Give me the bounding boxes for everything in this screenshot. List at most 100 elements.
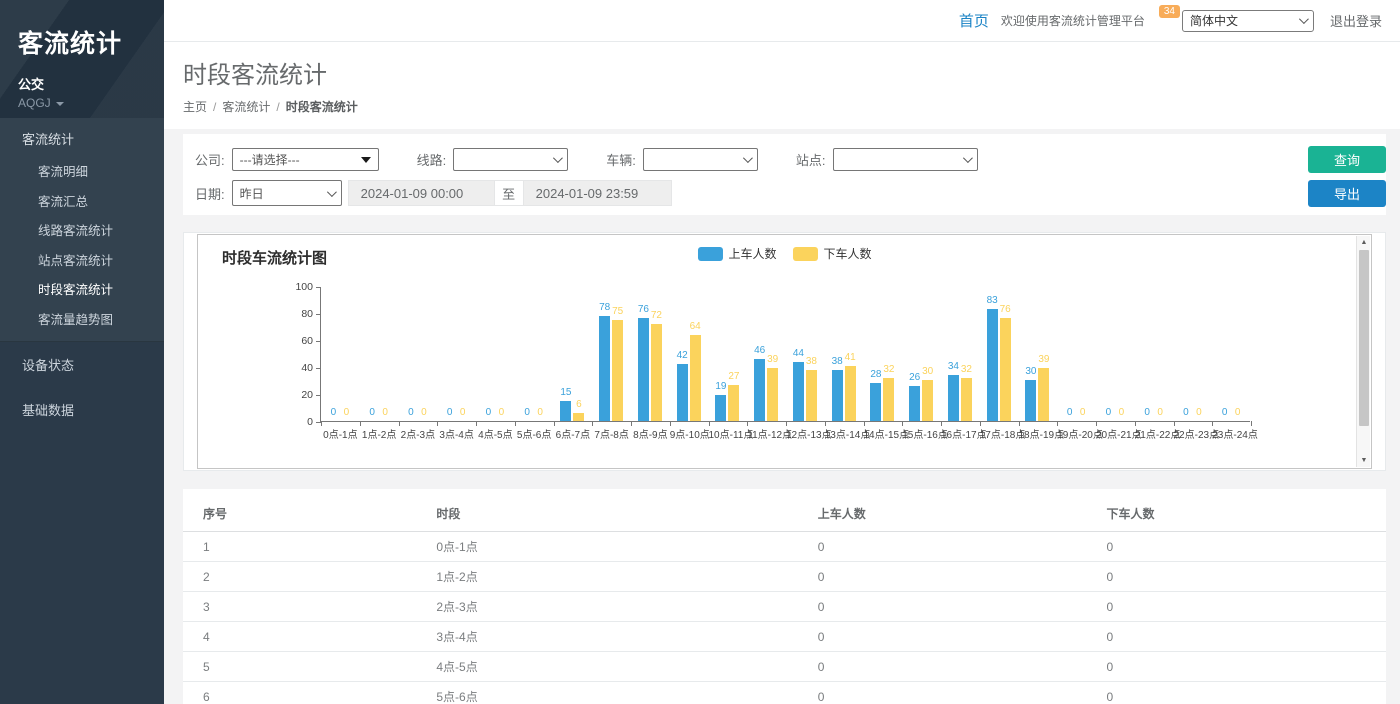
sidebar-subitem[interactable]: 客流明细 bbox=[0, 158, 164, 188]
x-axis-label: 1点-2点 bbox=[360, 426, 399, 441]
x-axis-label: 19点-20点 bbox=[1057, 426, 1096, 441]
export-button[interactable]: 导出 bbox=[1308, 180, 1386, 207]
x-axis-label: 17点-18点 bbox=[980, 426, 1019, 441]
welcome-text: 欢迎使用客流统计管理平台 bbox=[1001, 12, 1145, 29]
language-select[interactable]: 简体中文 bbox=[1182, 10, 1314, 32]
table-row: 43点-4点00 bbox=[183, 622, 1386, 652]
table-row: 54点-5点00 bbox=[183, 652, 1386, 682]
chart-scrollbar[interactable]: ▲ ▼ bbox=[1356, 236, 1370, 467]
bar-value-label: 39 bbox=[760, 354, 786, 365]
bar-value-label: 41 bbox=[837, 352, 863, 363]
x-axis-label: 8点-9点 bbox=[631, 426, 670, 441]
station-select[interactable] bbox=[833, 148, 978, 171]
legend-label: 下车人数 bbox=[824, 245, 872, 262]
line-select[interactable] bbox=[453, 148, 568, 171]
chevron-down-icon bbox=[553, 153, 563, 163]
bar-value-label: 6 bbox=[566, 399, 592, 410]
scrollbar-up-arrow-icon[interactable]: ▲ bbox=[1357, 236, 1371, 249]
chart-bar bbox=[883, 378, 894, 421]
y-axis-tick bbox=[316, 395, 321, 396]
filter-panel: 公司: ---请选择--- 线路: 车辆: 站点: bbox=[183, 134, 1386, 215]
y-axis-tick bbox=[316, 368, 321, 369]
sidebar-subitem[interactable]: 时段客流统计 bbox=[0, 276, 164, 306]
home-link[interactable]: 首页 bbox=[959, 10, 989, 31]
chart-bar bbox=[638, 318, 649, 421]
chart-bar bbox=[845, 366, 856, 421]
x-axis-label: 15点-16点 bbox=[902, 426, 941, 441]
table-cell: 0 bbox=[798, 622, 1087, 652]
table-cell: 1 bbox=[183, 532, 416, 562]
chart-panel: 时段车流统计图 上车人数下车人数 0204060801000点-1点1点-2点2… bbox=[183, 232, 1386, 471]
y-axis-tick bbox=[316, 341, 321, 342]
sidebar-item-device-status[interactable]: 设备状态 bbox=[0, 342, 164, 387]
table-cell: 4 bbox=[183, 622, 416, 652]
sidebar-subitem[interactable]: 客流汇总 bbox=[0, 188, 164, 218]
date-to-input[interactable]: 2024-01-09 23:59 bbox=[523, 180, 672, 206]
table-cell: 0点-1点 bbox=[416, 532, 797, 562]
sidebar-item-passenger-stats[interactable]: 客流统计 bbox=[0, 118, 164, 158]
x-axis-label: 16点-17点 bbox=[941, 426, 980, 441]
scrollbar-down-arrow-icon[interactable]: ▼ bbox=[1357, 454, 1371, 467]
chevron-down-icon bbox=[962, 153, 972, 163]
content: 公司: ---请选择--- 线路: 车辆: 站点: bbox=[164, 129, 1400, 704]
notification-badge[interactable]: 34 bbox=[1159, 5, 1180, 18]
breadcrumb: 主页/客流统计/时段客流统计 bbox=[183, 98, 1380, 115]
scrollbar-thumb[interactable] bbox=[1359, 250, 1369, 426]
chevron-down-icon bbox=[56, 102, 64, 106]
bar-value-label: 72 bbox=[643, 310, 669, 321]
sidebar-submenu: 客流明细客流汇总线路客流统计站点客流统计时段客流统计客流量趋势图 bbox=[0, 158, 164, 341]
chart-bar bbox=[612, 320, 623, 421]
main-area: 首页 欢迎使用客流统计管理平台 34 简体中文 退出登录 时段 客流统计 主页/客… bbox=[164, 0, 1400, 704]
breadcrumb-home[interactable]: 主页 bbox=[183, 100, 207, 114]
x-axis-label: 7点-8点 bbox=[592, 426, 631, 441]
sidebar: 客流统计 公交 AQGJ 客流统计 客流明细客流汇总线路客流统计站点客流统计时段… bbox=[0, 0, 164, 704]
sidebar-subitem[interactable]: 客流量趋势图 bbox=[0, 306, 164, 342]
table-cell: 0 bbox=[1086, 622, 1386, 652]
chevron-down-icon bbox=[327, 187, 337, 197]
chart-bar bbox=[870, 383, 881, 421]
legend-item[interactable]: 上车人数 bbox=[697, 245, 776, 262]
chart-title: 时段车流统计图 bbox=[222, 247, 327, 268]
table-cell: 0 bbox=[1086, 682, 1386, 704]
station-label: 站点: bbox=[796, 150, 826, 169]
table-header-cell: 时段 bbox=[416, 493, 797, 532]
chart-bar bbox=[806, 370, 817, 421]
date-preset-select[interactable]: 昨日 bbox=[232, 180, 342, 206]
table-row: 65点-6点00 bbox=[183, 682, 1386, 704]
company-select[interactable]: ---请选择--- bbox=[232, 148, 379, 171]
table-header-cell: 序号 bbox=[183, 493, 416, 532]
bar-value-label: 0 bbox=[411, 407, 437, 418]
query-button[interactable]: 查询 bbox=[1308, 146, 1386, 173]
legend-label: 上车人数 bbox=[728, 245, 776, 262]
table-cell: 3点-4点 bbox=[416, 622, 797, 652]
table-header-cell: 下车人数 bbox=[1086, 493, 1386, 532]
breadcrumb-passenger-stats[interactable]: 客流统计 bbox=[222, 100, 270, 114]
vehicle-label: 车辆: bbox=[606, 150, 636, 169]
chart-bar bbox=[728, 385, 739, 421]
org-code-dropdown[interactable]: AQGJ bbox=[18, 96, 164, 110]
filter-buttons: 查询 导出 bbox=[1308, 146, 1386, 207]
table-cell: 0 bbox=[1086, 652, 1386, 682]
legend-item[interactable]: 下车人数 bbox=[793, 245, 872, 262]
table-cell: 4点-5点 bbox=[416, 652, 797, 682]
bar-value-label: 76 bbox=[992, 304, 1018, 315]
chart-bar bbox=[948, 375, 959, 421]
chart-bar bbox=[715, 395, 726, 421]
y-axis-tick-label: 100 bbox=[283, 281, 313, 293]
table-cell: 0 bbox=[1086, 532, 1386, 562]
bar-value-label: 27 bbox=[721, 371, 747, 382]
sidebar-subitem[interactable]: 站点客流统计 bbox=[0, 247, 164, 277]
table-cell: 0 bbox=[1086, 562, 1386, 592]
x-axis-label: 21点-22点 bbox=[1135, 426, 1174, 441]
sidebar-group-passenger-stats: 客流统计 客流明细客流汇总线路客流统计站点客流统计时段客流统计客流量趋势图 bbox=[0, 118, 164, 342]
vehicle-select[interactable] bbox=[643, 148, 758, 171]
date-from-input[interactable]: 2024-01-09 00:00 bbox=[348, 180, 495, 206]
chart-bar bbox=[767, 368, 778, 421]
chart-bar bbox=[793, 362, 804, 421]
sidebar-item-base-data[interactable]: 基础数据 bbox=[0, 387, 164, 432]
bar-value-label: 15 bbox=[553, 387, 579, 398]
sidebar-subitem[interactable]: 线路客流统计 bbox=[0, 217, 164, 247]
logout-link[interactable]: 退出登录 bbox=[1330, 11, 1382, 30]
date-label: 日期: bbox=[195, 184, 225, 203]
y-axis-tick-label: 80 bbox=[283, 308, 313, 320]
